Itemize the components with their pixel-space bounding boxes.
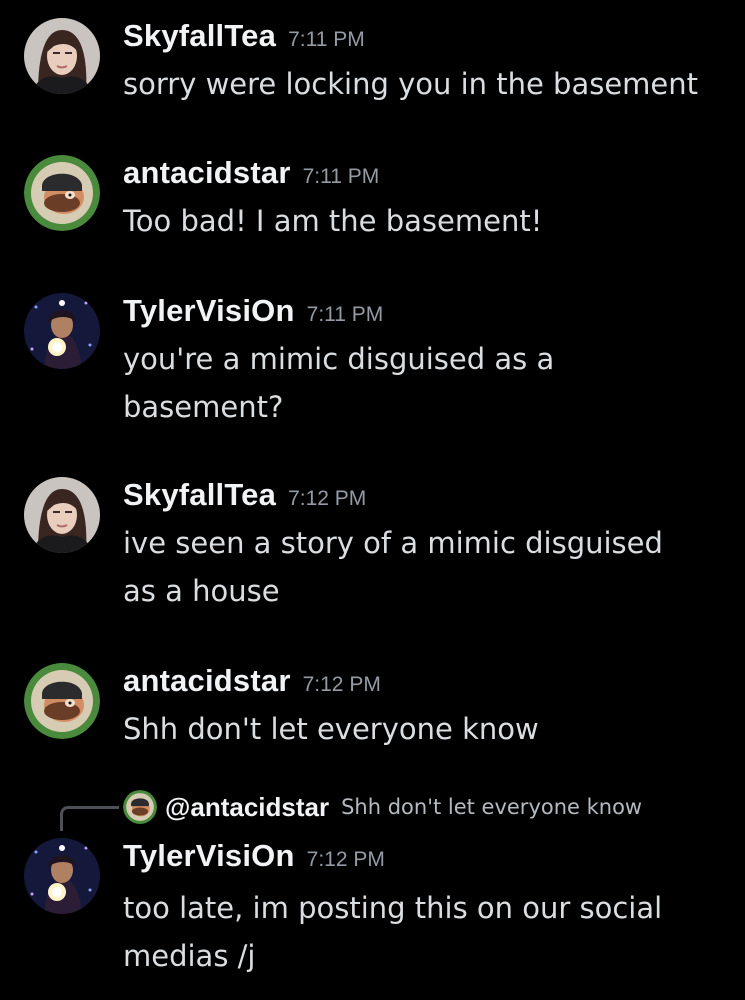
reply-avatar <box>123 790 157 824</box>
reply-mention[interactable]: @antacidstar <box>165 792 329 823</box>
timestamp: 7:11 PM <box>288 28 365 51</box>
message-text: ive seen a story of a mimic disguised as… <box>123 526 663 608</box>
message-text: Shh don't let everyone know <box>123 712 539 746</box>
avatar[interactable] <box>24 477 100 553</box>
message-text: too late, im posting this on our social … <box>123 891 663 973</box>
avatar[interactable] <box>24 838 100 914</box>
username[interactable]: TylerVisiOn <box>123 293 295 328</box>
avatar[interactable] <box>24 663 100 739</box>
timestamp: 7:12 PM <box>288 487 367 510</box>
message-text: sorry were locking you in the basement <box>123 67 699 101</box>
avatar[interactable] <box>24 293 100 369</box>
username[interactable]: TylerVisiOn <box>123 838 295 873</box>
timestamp: 7:11 PM <box>306 303 384 326</box>
username[interactable]: SkyfallTea <box>123 18 276 53</box>
avatar[interactable] <box>24 18 100 94</box>
timestamp: 7:12 PM <box>306 848 385 871</box>
reply-connector <box>60 806 119 831</box>
avatar[interactable] <box>24 155 100 231</box>
reply-preview-text: Shh don't let everyone know <box>341 795 643 819</box>
username[interactable]: SkyfallTea <box>123 477 276 512</box>
message-text: Too bad! I am the basement! <box>123 204 543 238</box>
timestamp: 7:11 PM <box>302 165 380 188</box>
timestamp: 7:12 PM <box>302 673 381 696</box>
reply-reference[interactable]: @antacidstar Shh don't let everyone know <box>123 790 642 824</box>
message-text: you're a mimic disguised as a basement? <box>123 342 555 424</box>
username[interactable]: antacidstar <box>123 663 291 698</box>
username[interactable]: antacidstar <box>123 155 291 190</box>
